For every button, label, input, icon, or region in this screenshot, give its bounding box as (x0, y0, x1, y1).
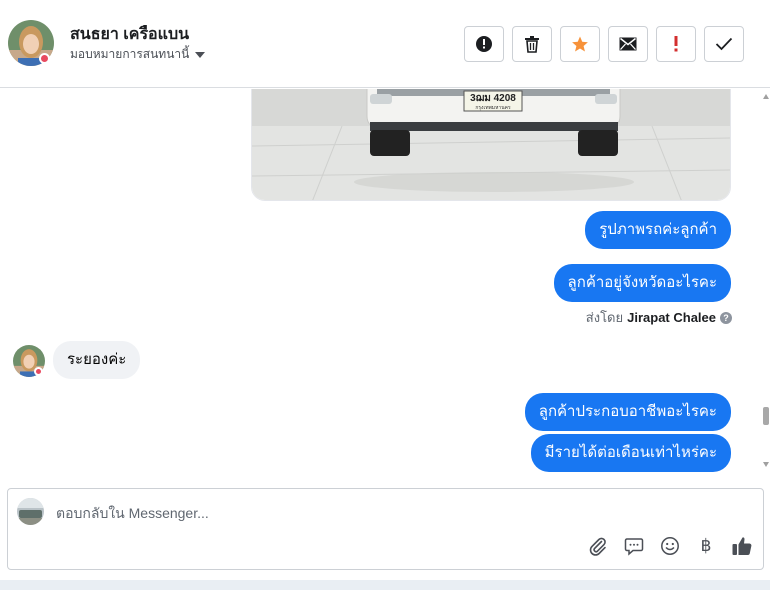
reply-composer: ฿ (7, 488, 764, 570)
outgoing-message: มีรายได้ต่อเดือนเท่าไหร่คะ (530, 434, 731, 472)
report-icon (476, 36, 492, 52)
smiley-icon (661, 537, 679, 555)
trash-icon (525, 36, 539, 53)
mark-done-button[interactable] (704, 26, 744, 62)
outgoing-message: รูปภาพรถค่ะลูกค้า (585, 211, 731, 249)
star-icon (572, 36, 588, 52)
composer-tools: ฿ (587, 535, 753, 557)
scroll-down-arrow-icon[interactable] (763, 462, 769, 467)
like-button[interactable] (731, 535, 753, 557)
check-icon (715, 37, 733, 51)
status-badge (39, 53, 50, 64)
assign-label: มอบหมายการสนทนานี้ (70, 47, 190, 61)
status-badge (34, 367, 43, 376)
baht-icon: ฿ (700, 536, 712, 556)
contact-name: สนธยา เครือแบน (70, 26, 190, 43)
payment-button[interactable]: ฿ (695, 535, 717, 557)
mark-important-button[interactable] (656, 26, 696, 62)
outgoing-message: ลูกค้าอยู่จังหวัดอะไรคะ (553, 264, 731, 302)
exclamation-icon (674, 36, 678, 52)
attach-button[interactable] (587, 535, 609, 557)
paperclip-icon (589, 537, 606, 556)
saved-replies-button[interactable] (623, 535, 645, 557)
conversation-header: สนธยา เครือแบน มอบหมายการสนทนานี้ (0, 0, 770, 88)
header-actions (464, 26, 744, 62)
footer-bar (0, 580, 770, 590)
mail-button[interactable] (608, 26, 648, 62)
scroll-up-arrow-icon[interactable] (763, 94, 769, 99)
thumbs-up-icon (732, 537, 752, 556)
emoji-button[interactable] (659, 535, 681, 557)
mail-icon (619, 37, 637, 51)
star-button[interactable] (560, 26, 600, 62)
sent-by-info: ส่งโดย Jirapat Chalee ? (586, 307, 732, 328)
delete-button[interactable] (512, 26, 552, 62)
license-plate-text: 3ฌม 4208 (470, 93, 516, 104)
car-photo-attachment[interactable]: 3ฌม 4208 กรุงเทพมหานคร (251, 89, 731, 201)
outgoing-message: ลูกค้าประกอบอาชีพอะไรคะ (524, 393, 731, 431)
report-button[interactable] (464, 26, 504, 62)
thread-scrollbar[interactable] (762, 89, 770, 477)
incoming-message: ระยองค่ะ (53, 341, 141, 379)
page-avatar (17, 498, 44, 525)
scrollbar-thumb[interactable] (763, 407, 769, 425)
chat-bubble-icon (624, 538, 644, 556)
help-icon[interactable]: ? (720, 311, 732, 324)
message-thread: 3ฌม 4208 กรุงเทพมหานคร รูปภาพรถค่ะลูกค้า… (0, 89, 770, 479)
sent-by-prefix: ส่งโดย (585, 310, 624, 325)
reply-input[interactable] (56, 503, 736, 523)
license-plate-province: กรุงเทพมหานคร (475, 105, 511, 111)
assign-conversation-dropdown[interactable]: มอบหมายการสนทนานี้ (70, 45, 206, 64)
chevron-down-icon (195, 51, 206, 58)
sent-by-name: Jirapat Chalee (627, 310, 716, 325)
